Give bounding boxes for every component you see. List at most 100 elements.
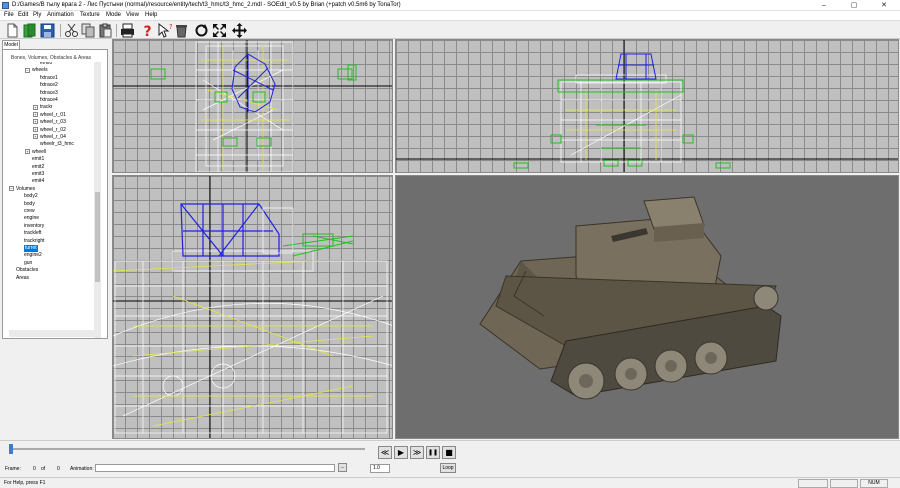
tree-node[interactable]: emit4 [32,178,44,185]
tree-node[interactable]: turret [24,245,38,252]
tree-node-label: Obstacles [16,267,39,274]
tree-node-label: body2 [24,193,38,200]
tree-node[interactable]: Obstacles [16,267,38,274]
speed-spinner[interactable]: 1.0 [370,464,390,473]
menu-edit[interactable]: Edit [18,12,28,18]
tree-node[interactable]: + wheel_r_04 [33,134,66,141]
tree-node-label: fxtrace2 [40,82,58,89]
menu-view[interactable]: View [126,12,139,18]
menu-animation[interactable]: Animation [47,12,74,18]
scrollbar-thumb[interactable] [95,192,100,282]
tree-node[interactable]: fxtrace2 [40,82,58,89]
tree-node-label: emit4 [32,178,45,185]
tree-group: Bones, Volumes, Obstacles & Areas emit0−… [2,49,108,339]
tree-node[interactable]: + wheel_r_01 [33,112,66,119]
tree-node[interactable]: + wheel_r_02 [33,127,66,134]
tree-node[interactable]: + wheell [25,149,46,156]
new-file-icon[interactable] [5,23,20,38]
tab-model[interactable]: Model [2,40,20,49]
scale-icon[interactable] [212,23,227,38]
expand-icon[interactable]: + [33,111,38,117]
tree-node[interactable]: fxtrace3 [40,90,58,97]
tree-node[interactable]: emit2 [32,164,44,171]
tree-horizontal-scrollbar[interactable] [9,330,95,337]
tree-node-label: wheel_r_03 [40,119,66,126]
tree-group-title: Bones, Volumes, Obstacles & Areas [11,55,92,61]
select-arrow-icon[interactable]: ? [157,23,172,38]
viewport-front[interactable] [112,39,393,173]
svg-text:?: ? [169,23,172,31]
tree-node[interactable]: emit0 [40,62,52,67]
copy-icon[interactable] [81,23,96,38]
tree-node-label: wheelr_t3_hmc [40,141,74,148]
tree-node[interactable]: body2 [24,193,38,200]
expand-icon[interactable]: + [33,119,38,125]
pause-button[interactable]: ❚❚ [426,446,440,459]
rewind-button[interactable]: ≪ [378,446,392,459]
tree-node[interactable]: − Volumes [9,186,35,193]
num-lock-indicator: NUM [860,479,888,488]
open-icon[interactable] [22,23,37,38]
tree-node[interactable]: engine2 [24,252,42,259]
left-panel: Model Bones, Volumes, Obstacles & Areas … [0,39,111,440]
tree-node-label: wheel_r_01 [40,111,66,118]
menu-mode[interactable]: Mode [106,12,121,18]
svg-text:?: ? [143,24,151,38]
viewport-top[interactable] [112,175,393,439]
expand-icon[interactable]: + [33,126,38,132]
maximize-button[interactable]: ▢ [839,0,869,11]
expand-icon[interactable]: + [25,148,30,154]
menu-file[interactable]: File [4,12,14,18]
tree-node-label: Areas [16,274,30,281]
tree-node[interactable]: engine [24,215,39,222]
collapse-icon[interactable]: − [9,185,14,191]
animation-field[interactable] [95,464,335,472]
play-button[interactable]: ▶ [394,446,408,459]
tree-node[interactable]: crew [24,208,35,215]
expand-icon[interactable]: + [33,134,38,140]
loop-button[interactable]: Loop [440,463,456,473]
tree-node[interactable]: fxtrace1 [40,75,58,82]
tree-node[interactable]: trackright [24,238,45,245]
expand-icon[interactable]: + [33,104,38,110]
tree-node[interactable]: gun [24,260,32,267]
stop-button[interactable]: ■ [442,446,456,459]
status-text: For Help, press F1 [4,480,46,486]
print-icon[interactable] [120,23,135,38]
frame-slider[interactable] [10,448,365,450]
tree-vertical-scrollbar[interactable] [94,62,101,338]
tree-node[interactable]: + trackr [33,104,53,111]
tree-node[interactable]: body [24,201,35,208]
close-button[interactable]: ✕ [869,0,899,11]
cut-icon[interactable] [64,23,79,38]
frame-slider-thumb[interactable] [9,444,13,454]
move-icon[interactable] [232,23,247,38]
tree-node[interactable]: emit3 [32,171,44,178]
help-icon[interactable]: ? [140,23,155,38]
tree-node[interactable]: fxtrace4 [40,97,58,104]
of-label: of [41,466,46,472]
menu-ply[interactable]: Ply [33,12,41,18]
tree-node[interactable]: − wheels [25,67,48,74]
toolbar-separator [116,24,117,37]
fast-forward-button[interactable]: ≫ [410,446,424,459]
animation-browse-button[interactable]: ... [338,463,347,472]
tree-node[interactable]: + wheel_r_03 [33,119,66,126]
tree-node[interactable]: Areas [16,275,29,282]
tree-node[interactable]: inventory [24,223,44,230]
delete-icon[interactable] [174,23,189,38]
window-title: D:/Games/В тылу врага 2 - Лис Пустыни (n… [12,2,401,8]
rotate-icon[interactable] [194,23,209,38]
title-bar: D:/Games/В тылу врага 2 - Лис Пустыни (n… [0,0,900,11]
minimize-button[interactable]: – [809,0,839,11]
collapse-icon[interactable]: − [25,67,30,73]
viewport-perspective[interactable] [395,175,899,439]
save-icon[interactable] [40,23,55,38]
menu-help[interactable]: Help [145,12,157,18]
tree-node[interactable]: wheelr_t3_hmc [40,141,74,148]
viewport-side[interactable] [395,39,899,173]
tree-node[interactable]: trackleft [24,230,42,237]
tree-node[interactable]: emit1 [32,156,44,163]
menu-texture[interactable]: Texture [80,12,100,18]
paste-icon[interactable] [98,23,113,38]
